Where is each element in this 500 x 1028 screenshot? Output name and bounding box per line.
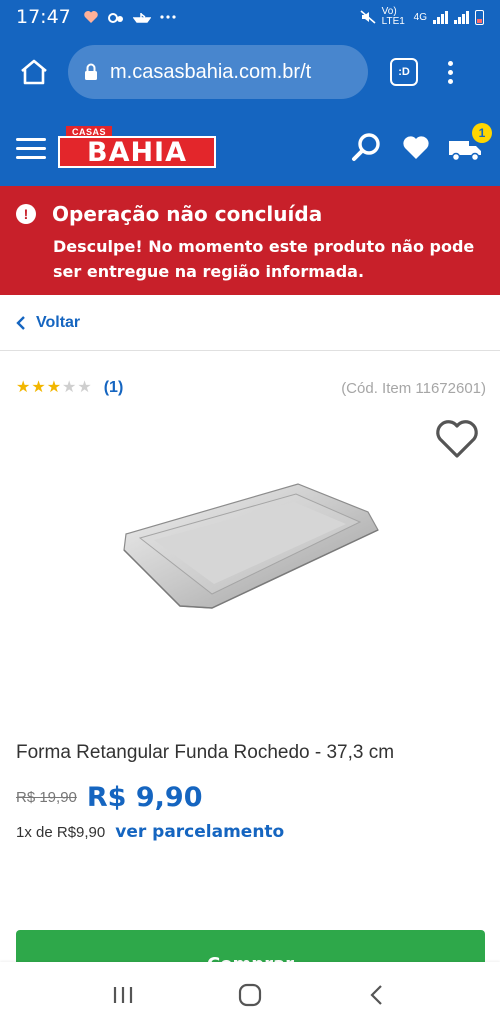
rating-row: ★ ★ ★ ★ ★ (1) (Cód. Item 11672601) <box>16 374 486 402</box>
site-header: CASAS BAHIA 1 <box>0 110 500 186</box>
more-notifications-icon <box>160 15 176 19</box>
search-icon[interactable] <box>350 131 384 165</box>
ship-icon <box>132 13 151 23</box>
cart-count-badge: 1 <box>472 123 492 143</box>
tabs-button[interactable]: :D <box>390 58 418 86</box>
installments-text: 1x de R$9,90 <box>16 823 106 841</box>
browser-toolbar: m.casasbahia.com.br/t :D <box>0 34 500 110</box>
installments-row: 1x de R$9,90 ver parcelamento <box>16 822 284 842</box>
header-actions: 1 <box>350 123 492 165</box>
recent-apps-icon <box>114 987 133 1003</box>
error-message: Desculpe! No momento este produto não po… <box>53 237 475 281</box>
back-link[interactable]: Voltar <box>0 295 500 351</box>
status-time: 17:47 <box>16 6 71 28</box>
baking-tray-image <box>123 483 379 609</box>
star-filled-icon: ★ <box>16 379 31 396</box>
health-icon <box>84 11 98 23</box>
home-circle-icon <box>238 983 262 1007</box>
back-arrow-icon <box>370 985 382 1005</box>
installments-link[interactable]: ver parcelamento <box>115 822 284 842</box>
signal-2-icon <box>454 10 469 24</box>
network-type: 4G <box>413 11 427 23</box>
rating-count[interactable]: (1) <box>104 379 124 397</box>
heart-outline-icon <box>436 420 478 458</box>
item-code: (Cód. Item 11672601) <box>341 379 486 397</box>
network-label: Vo) LTE1 <box>381 6 405 27</box>
product-title: Forma Retangular Funda Rochedo - 37,3 cm <box>16 742 395 763</box>
mute-icon <box>360 10 376 24</box>
recent-apps-button[interactable] <box>103 975 143 1015</box>
casas-bahia-logo[interactable]: CASAS BAHIA <box>58 126 216 170</box>
back-nav-button[interactable] <box>357 975 397 1015</box>
cart-button[interactable]: 1 <box>448 123 492 163</box>
star-filled-icon: ★ <box>46 379 62 396</box>
home-button[interactable] <box>14 52 54 92</box>
favorite-button[interactable] <box>434 418 480 460</box>
url-text: m.casasbahia.com.br/t <box>110 60 312 83</box>
status-bar: 17:47 Vo) LTE1 4G <box>0 0 500 34</box>
old-price: R$ 19,90 <box>16 789 77 806</box>
system-navigation-bar <box>0 962 500 1028</box>
star-empty-icon: ★ <box>77 379 92 396</box>
hamburger-menu-button[interactable] <box>16 137 46 159</box>
alert-icon: ! <box>16 204 36 224</box>
logo-main-text: BAHIA <box>86 136 187 168</box>
notification-icons <box>83 10 177 24</box>
price-row: R$ 19,90 R$ 9,90 <box>16 782 202 813</box>
browser-menu-button[interactable] <box>440 60 460 84</box>
star-empty-icon: ★ <box>62 379 77 396</box>
signal-1-icon <box>433 10 448 24</box>
home-icon <box>21 59 47 85</box>
current-price: R$ 9,90 <box>86 782 203 813</box>
battery-icon <box>475 9 484 25</box>
star-filled-icon: ★ <box>31 379 46 396</box>
system-icons: Vo) LTE1 4G <box>360 7 484 27</box>
product-image[interactable] <box>120 478 382 612</box>
chevron-left-icon <box>16 315 26 331</box>
home-nav-button[interactable] <box>230 975 270 1015</box>
rating-stars[interactable]: ★ ★ ★ ★ ★ <box>16 380 92 396</box>
recycle-icon <box>107 13 123 23</box>
address-bar[interactable]: m.casasbahia.com.br/t <box>68 45 368 99</box>
back-link-label: Voltar <box>36 313 81 331</box>
lock-icon <box>84 63 98 81</box>
logo-main-box: BAHIA <box>58 136 216 168</box>
error-banner: ! Operação não concluída Desculpe! No mo… <box>0 186 500 295</box>
heart-icon[interactable] <box>402 135 430 161</box>
error-title: Operação não concluída <box>52 202 323 226</box>
